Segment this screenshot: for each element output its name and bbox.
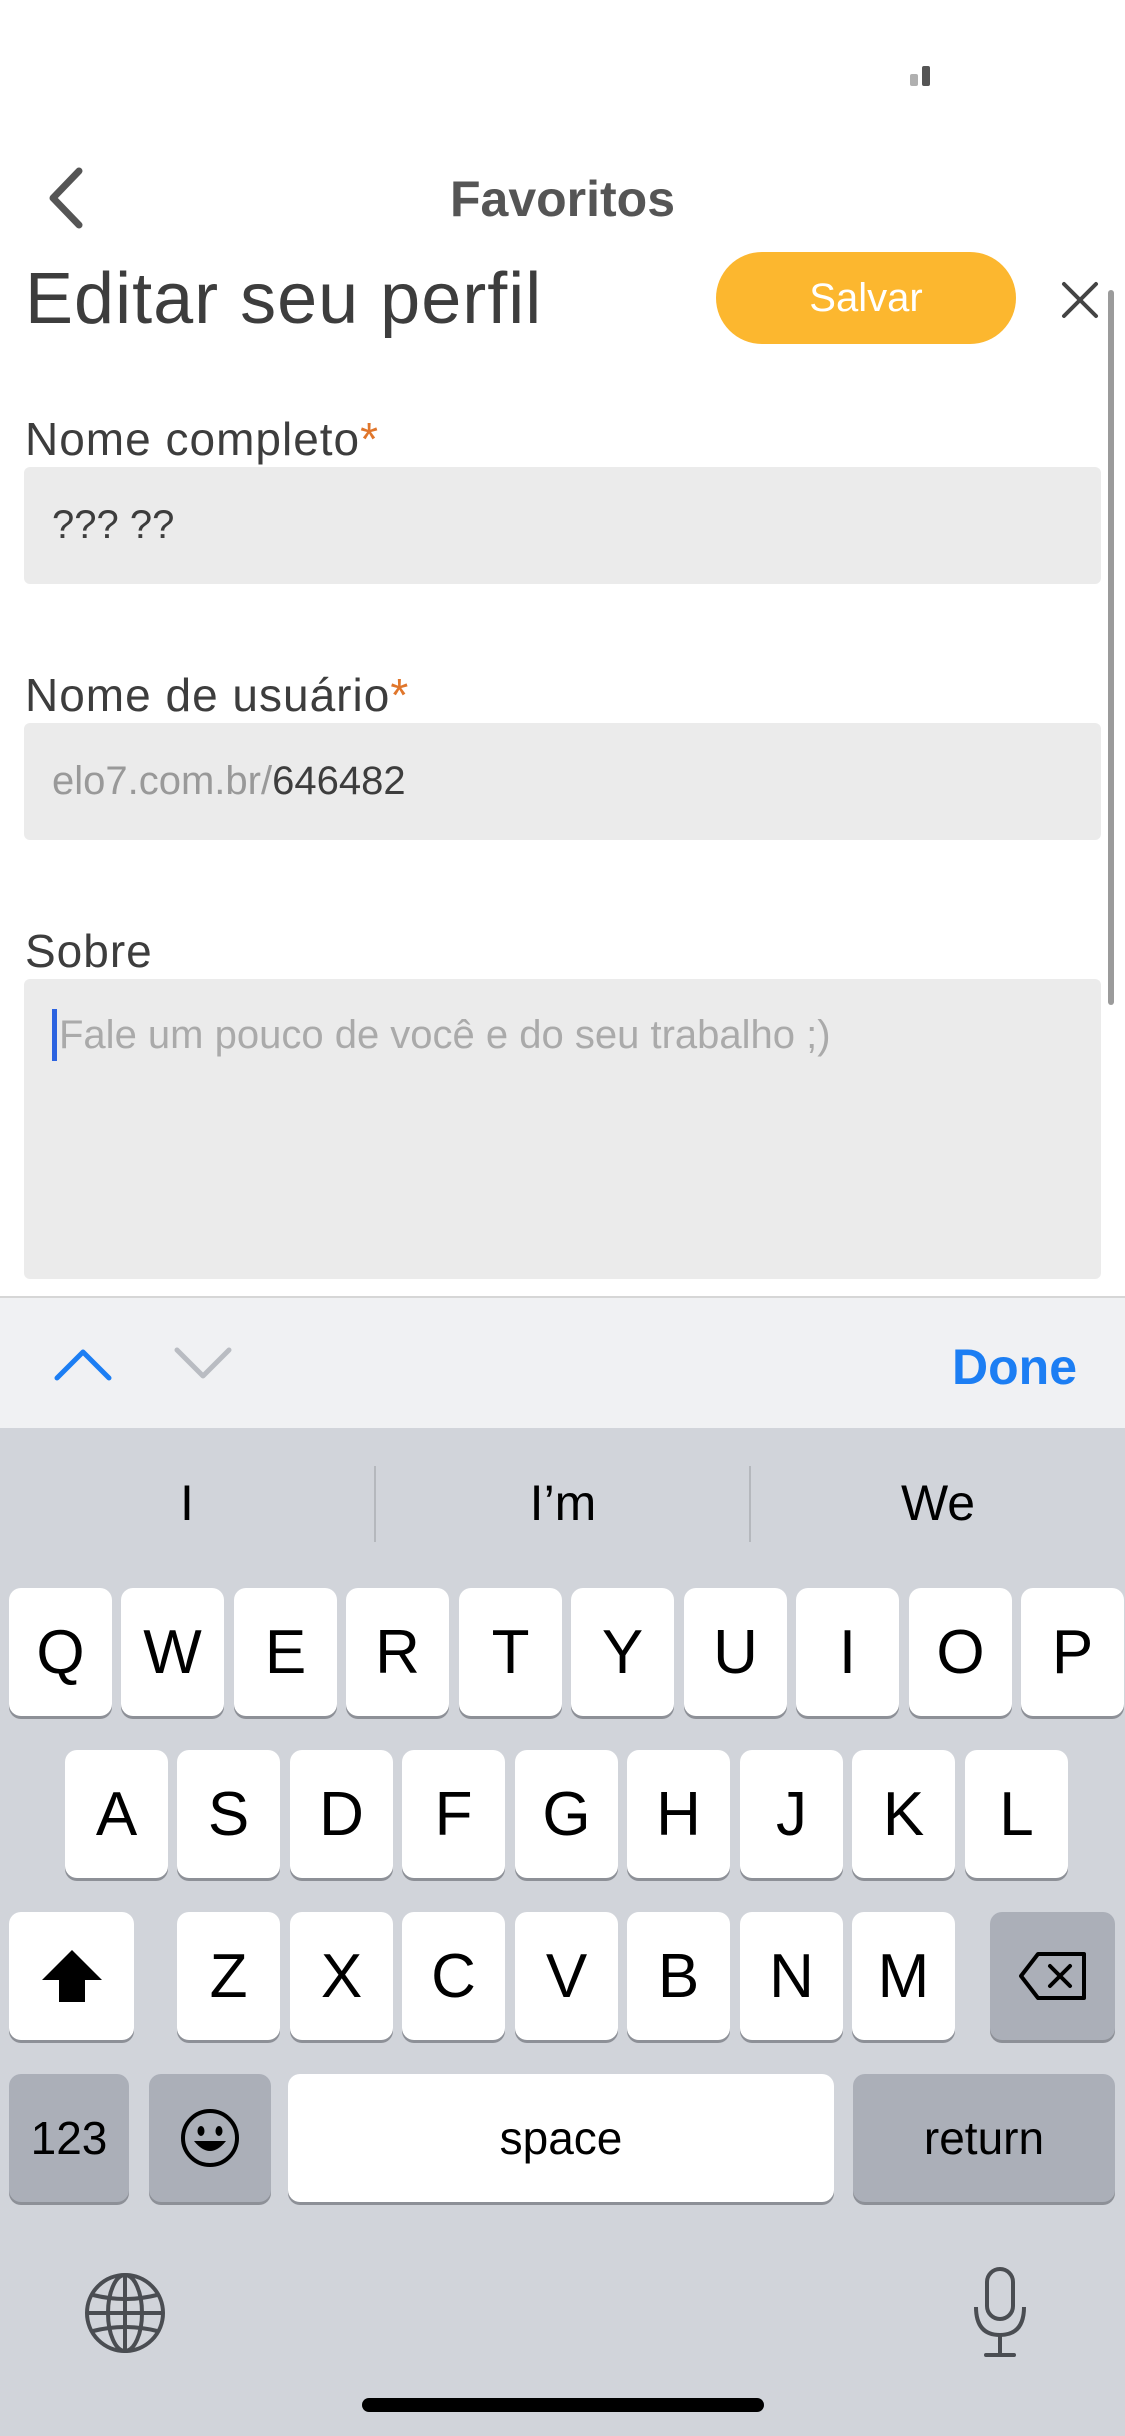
shift-key[interactable]	[9, 1912, 134, 2040]
username-prefix: elo7.com.br/	[52, 759, 273, 803]
about-textarea[interactable]: Fale um pouco de você e do seu trabalho …	[24, 979, 1101, 1279]
suggestion-1[interactable]: I	[0, 1428, 374, 1578]
page-title: Editar seu perfil	[25, 259, 543, 339]
space-key[interactable]: space	[288, 2074, 834, 2202]
keyboard-accessory-bar: Done	[0, 1296, 1125, 1428]
previous-field-button[interactable]	[48, 1334, 118, 1394]
backspace-key[interactable]	[990, 1912, 1115, 2040]
nav-title: Favoritos	[449, 171, 676, 227]
keyboard: I I’m We Q W E R T Y U I O P A S D F G H…	[0, 1428, 1125, 2436]
required-mark: *	[390, 669, 410, 721]
suggestion-bar: I I’m We	[0, 1428, 1125, 1578]
key-b[interactable]: B	[627, 1912, 730, 2040]
key-q[interactable]: Q	[9, 1588, 112, 1716]
next-field-button[interactable]	[168, 1334, 238, 1394]
numbers-key[interactable]: 123	[9, 2074, 129, 2202]
key-h[interactable]: H	[627, 1750, 730, 1878]
key-g[interactable]: G	[515, 1750, 618, 1878]
suggestion-2[interactable]: I’m	[376, 1428, 750, 1578]
globe-icon	[85, 2273, 165, 2353]
globe-button[interactable]	[80, 2268, 170, 2358]
return-key[interactable]: return	[853, 2074, 1115, 2202]
key-c[interactable]: C	[402, 1912, 505, 2040]
key-j[interactable]: J	[740, 1750, 843, 1878]
full-name-input[interactable]: ??? ??	[24, 467, 1101, 584]
microphone-icon	[974, 2267, 1026, 2357]
key-l[interactable]: L	[965, 1750, 1068, 1878]
save-button[interactable]: Salvar	[716, 252, 1016, 344]
about-placeholder: Fale um pouco de você e do seu trabalho …	[59, 1013, 831, 1057]
key-a[interactable]: A	[65, 1750, 168, 1878]
key-p[interactable]: P	[1021, 1588, 1124, 1716]
username-input[interactable]: elo7.com.br/646482	[24, 723, 1101, 840]
key-k[interactable]: K	[852, 1750, 955, 1878]
backspace-icon	[1018, 1952, 1086, 2000]
full-name-value: ??? ??	[52, 503, 175, 547]
key-z[interactable]: Z	[177, 1912, 280, 2040]
username-label-text: Nome de usuário	[25, 669, 391, 721]
username-value: 646482	[272, 759, 406, 803]
key-i[interactable]: I	[796, 1588, 899, 1716]
dictation-button[interactable]	[955, 2263, 1045, 2363]
text-cursor	[52, 1009, 57, 1061]
status-bar	[0, 0, 1125, 140]
key-d[interactable]: D	[290, 1750, 393, 1878]
suggestion-3[interactable]: We	[751, 1428, 1125, 1578]
key-v[interactable]: V	[515, 1912, 618, 2040]
key-n[interactable]: N	[740, 1912, 843, 2040]
close-icon	[1062, 282, 1098, 318]
key-t[interactable]: T	[459, 1588, 562, 1716]
key-f[interactable]: F	[402, 1750, 505, 1878]
signal-icon	[910, 66, 932, 86]
scrollbar[interactable]	[1108, 290, 1114, 1005]
chevron-up-icon	[54, 1349, 112, 1381]
key-e[interactable]: E	[234, 1588, 337, 1716]
key-o[interactable]: O	[909, 1588, 1012, 1716]
emoji-icon	[181, 2109, 239, 2167]
key-m[interactable]: M	[852, 1912, 955, 2040]
nav-bar: Favoritos	[0, 140, 1125, 250]
key-w[interactable]: W	[121, 1588, 224, 1716]
home-indicator[interactable]	[362, 2398, 764, 2412]
shift-icon	[41, 1950, 102, 2002]
done-button[interactable]: Done	[952, 1338, 1077, 1396]
key-y[interactable]: Y	[571, 1588, 674, 1716]
required-mark: *	[360, 413, 380, 465]
key-s[interactable]: S	[177, 1750, 280, 1878]
close-button[interactable]	[1050, 270, 1110, 330]
screen: Favoritos Editar seu perfil Salvar Nome …	[0, 0, 1125, 2436]
username-label: Nome de usuário*	[25, 668, 409, 722]
full-name-label-text: Nome completo	[25, 413, 361, 465]
emoji-key[interactable]	[149, 2074, 271, 2202]
key-r[interactable]: R	[346, 1588, 449, 1716]
full-name-label: Nome completo*	[25, 412, 379, 466]
key-x[interactable]: X	[290, 1912, 393, 2040]
about-label: Sobre	[25, 925, 153, 977]
key-u[interactable]: U	[684, 1588, 787, 1716]
chevron-down-icon	[174, 1347, 232, 1379]
